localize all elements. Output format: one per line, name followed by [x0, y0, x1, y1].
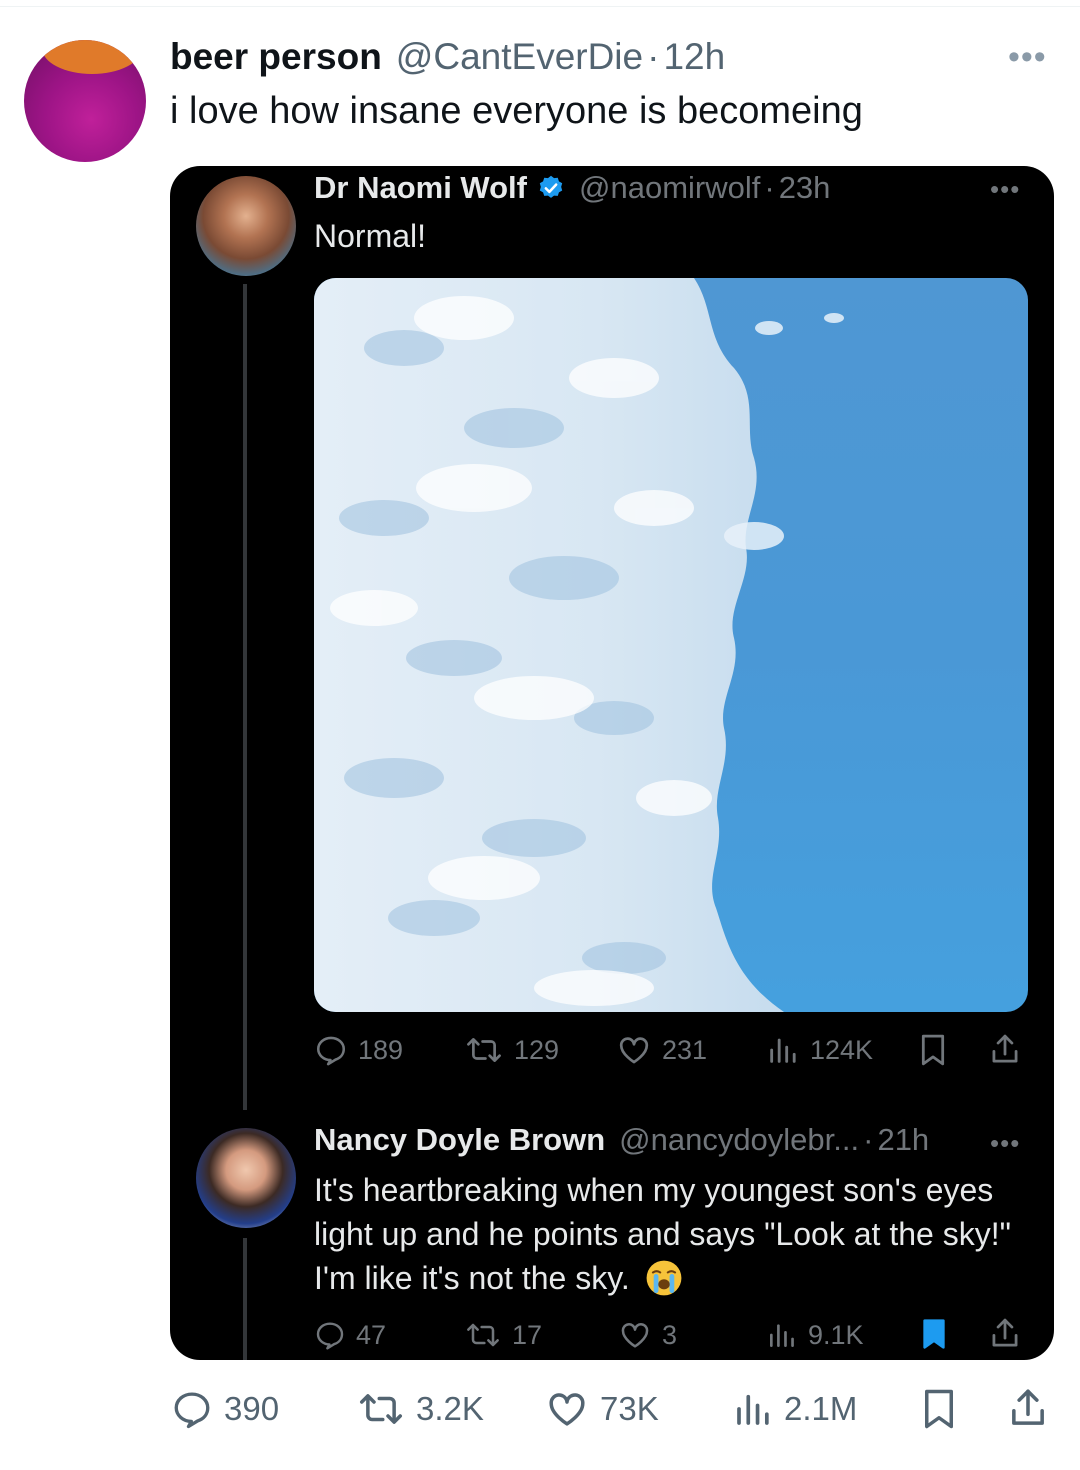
like-icon — [549, 1393, 585, 1426]
avatar[interactable] — [196, 176, 296, 276]
retweet-icon — [467, 1038, 501, 1062]
views-count: 2.1M — [784, 1390, 858, 1427]
avatar-hat — [42, 40, 142, 74]
avatar[interactable] — [196, 1128, 296, 1228]
header-separator: · — [764, 170, 775, 205]
author-name[interactable]: Nancy Doyle Brown — [314, 1122, 605, 1158]
bookmark-button[interactable] — [918, 1316, 950, 1352]
like-button[interactable]: 3 — [618, 1318, 677, 1352]
tweet-time[interactable]: 23h — [779, 170, 831, 206]
views-icon — [737, 1394, 769, 1425]
share-button[interactable] — [1006, 1386, 1050, 1432]
views-icon — [770, 1324, 794, 1347]
top-divider — [0, 6, 1080, 7]
reply-count: 390 — [224, 1390, 280, 1427]
tweet-text: Normal! — [314, 218, 427, 254]
views-button[interactable]: 2.1M — [732, 1388, 857, 1430]
retweet-icon — [467, 1323, 499, 1347]
reply-button[interactable]: 47 — [314, 1318, 386, 1352]
tweet-time[interactable]: 12h — [663, 36, 725, 78]
share-icon — [992, 1318, 1018, 1347]
more-icon[interactable]: ••• — [990, 174, 1020, 205]
tweet-image[interactable] — [314, 278, 1028, 1012]
author-handle[interactable]: @CantEverDie — [396, 36, 643, 78]
share-button[interactable] — [988, 1032, 1022, 1068]
share-button[interactable] — [988, 1316, 1022, 1352]
like-count: 231 — [662, 1034, 708, 1065]
thread-line — [243, 1238, 247, 1360]
tweet-header: Nancy Doyle Brown @nancydoylebr... · 21h — [314, 1122, 929, 1164]
bookmark-icon — [921, 1034, 945, 1066]
share-icon — [992, 1034, 1018, 1063]
tweet-header: beer person @CantEverDie · 12h — [170, 36, 725, 84]
quoted-thread-card[interactable]: Dr Naomi Wolf @naomirwolf · 23h ••• Norm… — [170, 166, 1054, 1360]
bookmark-icon — [923, 1319, 945, 1349]
reply-icon — [316, 1036, 346, 1066]
header-separator: · — [863, 1122, 874, 1157]
retweet-button[interactable]: 129 — [464, 1032, 559, 1068]
like-button[interactable]: 73K — [544, 1388, 659, 1430]
more-icon[interactable]: ••• — [990, 1128, 1020, 1159]
avatar[interactable] — [24, 40, 146, 162]
reply-count: 189 — [358, 1034, 404, 1065]
author-handle[interactable]: @naomirwolf — [579, 170, 760, 206]
reply-icon — [174, 1392, 210, 1429]
more-icon[interactable]: ••• — [1008, 38, 1047, 77]
reply-button[interactable]: 390 — [170, 1388, 279, 1430]
cloud-photo — [314, 278, 844, 1012]
views-button[interactable]: 124K — [766, 1032, 873, 1068]
like-icon — [621, 1323, 649, 1348]
like-count: 73K — [600, 1390, 659, 1427]
views-button[interactable]: 9.1K — [766, 1318, 864, 1352]
retweet-count: 3.2K — [416, 1390, 484, 1427]
reply-button[interactable]: 189 — [314, 1032, 403, 1068]
retweet-button[interactable]: 3.2K — [356, 1388, 484, 1430]
tweet-text: i love how insane everyone is becomeing — [170, 90, 863, 132]
retweet-count: 129 — [514, 1034, 560, 1065]
author-handle[interactable]: @nancydoylebr... — [619, 1122, 859, 1158]
thread-line — [243, 284, 247, 1110]
views-icon — [770, 1038, 796, 1063]
tweet-text-block: It's heartbreaking when my youngest son'… — [314, 1168, 1014, 1300]
header-separator: · — [647, 36, 660, 77]
tweet-time[interactable]: 21h — [877, 1122, 929, 1158]
author-name[interactable]: Dr Naomi Wolf — [314, 170, 527, 206]
like-count: 3 — [662, 1319, 678, 1350]
retweet-count: 17 — [512, 1319, 543, 1350]
retweet-icon — [360, 1394, 402, 1424]
reply-icon — [316, 1322, 344, 1350]
like-button[interactable]: 231 — [616, 1032, 707, 1068]
author-name[interactable]: beer person — [170, 36, 382, 78]
tweet-header: Dr Naomi Wolf @naomirwolf · 23h — [314, 170, 830, 210]
bookmark-button[interactable] — [918, 1386, 960, 1432]
views-count: 9.1K — [808, 1319, 864, 1350]
bookmark-icon — [925, 1389, 953, 1429]
share-icon — [1012, 1389, 1044, 1425]
retweet-button[interactable]: 17 — [464, 1318, 542, 1352]
reply-count: 47 — [356, 1319, 387, 1350]
views-count: 124K — [810, 1034, 874, 1065]
bookmark-button[interactable] — [916, 1032, 950, 1068]
verified-icon — [539, 175, 563, 198]
loudly-crying-face-icon — [646, 1260, 682, 1296]
like-icon — [619, 1037, 649, 1064]
